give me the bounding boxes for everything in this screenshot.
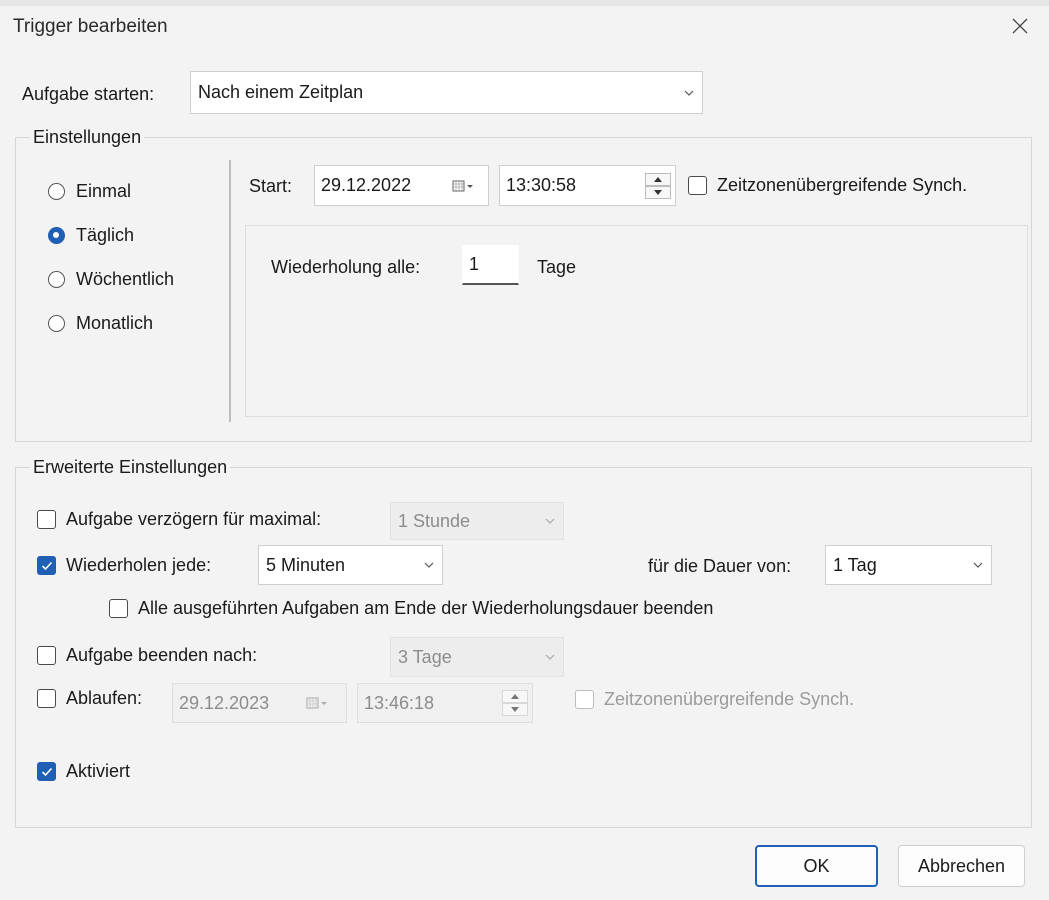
time-spinner bbox=[502, 690, 528, 716]
recurrence-panel bbox=[245, 225, 1028, 417]
sync-timezones-checkbox[interactable]: Zeitzonenübergreifende Synch. bbox=[688, 175, 967, 196]
radio-weekly-label: Wöchentlich bbox=[76, 269, 175, 289]
chevron-down-icon bbox=[537, 517, 563, 525]
repeat-interval-dropdown[interactable]: 5 Minuten bbox=[258, 545, 443, 585]
checkbox-box bbox=[37, 762, 56, 781]
duration-value: 1 Tag bbox=[833, 554, 877, 575]
settings-divider bbox=[229, 160, 231, 422]
checkbox-box bbox=[688, 176, 707, 195]
radio-circle bbox=[48, 315, 65, 332]
checkbox-box bbox=[37, 556, 56, 575]
checkbox-box bbox=[575, 690, 594, 709]
stop-task-after-label: Aufgabe beenden nach: bbox=[66, 645, 258, 665]
start-task-value: Nach einem Zeitplan bbox=[198, 82, 364, 102]
checkbox-box bbox=[109, 599, 128, 618]
expire-sync-timezones-label: Zeitzonenübergreifende Synch. bbox=[604, 689, 855, 709]
duration-label: für die Dauer von: bbox=[648, 556, 792, 576]
start-time-field[interactable]: 13:30:58 bbox=[499, 165, 676, 206]
recurrence-unit-label: Tage bbox=[537, 257, 577, 277]
spin-down-button[interactable] bbox=[502, 703, 528, 716]
sync-timezones-label: Zeitzonenübergreifende Synch. bbox=[717, 175, 968, 195]
enabled-checkbox[interactable]: Aktiviert bbox=[37, 761, 130, 782]
delay-value: 1 Stunde bbox=[398, 510, 471, 531]
check-icon bbox=[41, 767, 52, 776]
start-date-picker[interactable]: 29.12.2022 bbox=[314, 165, 489, 206]
enabled-label: Aktiviert bbox=[66, 761, 131, 781]
calendar-icon[interactable] bbox=[452, 180, 488, 192]
expire-sync-timezones-checkbox[interactable]: Zeitzonenübergreifende Synch. bbox=[575, 689, 854, 710]
checkbox-box bbox=[37, 510, 56, 529]
radio-circle bbox=[48, 271, 65, 288]
radio-monthly-label: Monatlich bbox=[76, 313, 154, 333]
start-label: Start: bbox=[249, 176, 293, 196]
duration-dropdown[interactable]: 1 Tag bbox=[825, 545, 992, 585]
delay-task-checkbox[interactable]: Aufgabe verzögern für maximal: bbox=[37, 509, 321, 530]
recurrence-days-value: 1 bbox=[469, 254, 480, 274]
repeat-task-checkbox[interactable]: Wiederholen jede: bbox=[37, 555, 211, 576]
start-task-dropdown[interactable]: Nach einem Zeitplan bbox=[190, 71, 703, 114]
dialog-title: Trigger bearbeiten bbox=[13, 16, 168, 37]
radio-weekly[interactable]: Wöchentlich bbox=[48, 269, 174, 290]
start-date-value: 29.12.2022 bbox=[321, 175, 412, 195]
delay-dropdown[interactable]: 1 Stunde bbox=[390, 502, 564, 540]
settings-group-title: Einstellungen bbox=[30, 127, 145, 148]
radio-monthly[interactable]: Monatlich bbox=[48, 313, 153, 334]
radio-circle bbox=[48, 227, 65, 244]
expire-date-picker[interactable]: 29.12.2023 bbox=[172, 683, 347, 723]
radio-circle bbox=[48, 183, 65, 200]
repeat-interval-value: 5 Minuten bbox=[266, 554, 346, 575]
stop-all-instances-label: Alle ausgeführten Aufgaben am Ende der W… bbox=[138, 598, 714, 618]
title-bar-edge bbox=[0, 0, 1049, 6]
check-icon bbox=[41, 561, 52, 570]
expire-time-value: 13:46:18 bbox=[364, 692, 435, 713]
chevron-down-icon bbox=[676, 89, 702, 97]
spin-up-button[interactable] bbox=[502, 690, 528, 703]
chevron-down-icon bbox=[537, 653, 563, 661]
checkbox-box bbox=[37, 646, 56, 665]
ok-button[interactable]: OK bbox=[755, 845, 878, 887]
chevron-down-icon bbox=[965, 561, 991, 569]
calendar-icon[interactable] bbox=[306, 697, 346, 709]
expire-label: Ablaufen: bbox=[66, 688, 143, 708]
radio-once-label: Einmal bbox=[76, 181, 132, 201]
expire-checkbox[interactable]: Ablaufen: bbox=[37, 688, 142, 709]
stop-task-after-checkbox[interactable]: Aufgabe beenden nach: bbox=[37, 645, 257, 666]
checkbox-box bbox=[37, 689, 56, 708]
radio-once[interactable]: Einmal bbox=[48, 181, 131, 202]
repeat-task-label: Wiederholen jede: bbox=[66, 555, 212, 575]
expire-date-value: 29.12.2023 bbox=[179, 692, 270, 713]
start-task-label: Aufgabe starten: bbox=[22, 84, 155, 104]
spin-up-button[interactable] bbox=[645, 172, 671, 186]
recurrence-label: Wiederholung alle: bbox=[271, 257, 421, 277]
chevron-down-icon bbox=[416, 561, 442, 569]
cancel-button[interactable]: Abbrechen bbox=[898, 845, 1025, 887]
stop-all-instances-checkbox[interactable]: Alle ausgeführten Aufgaben am Ende der W… bbox=[109, 598, 713, 619]
delay-task-label: Aufgabe verzögern für maximal: bbox=[66, 509, 322, 529]
recurrence-days-input[interactable]: 1 bbox=[462, 245, 519, 285]
start-time-value: 13:30:58 bbox=[506, 175, 577, 195]
spin-down-button[interactable] bbox=[645, 185, 671, 199]
radio-daily[interactable]: Täglich bbox=[48, 225, 134, 246]
time-spinner bbox=[645, 172, 671, 199]
expire-time-field[interactable]: 13:46:18 bbox=[357, 683, 533, 723]
radio-daily-label: Täglich bbox=[76, 225, 135, 245]
advanced-group-title: Erweiterte Einstellungen bbox=[30, 457, 231, 478]
stop-task-after-value: 3 Tage bbox=[398, 646, 452, 667]
stop-task-after-dropdown[interactable]: 3 Tage bbox=[390, 637, 564, 677]
close-button[interactable] bbox=[1006, 12, 1034, 40]
close-icon bbox=[1012, 18, 1028, 34]
